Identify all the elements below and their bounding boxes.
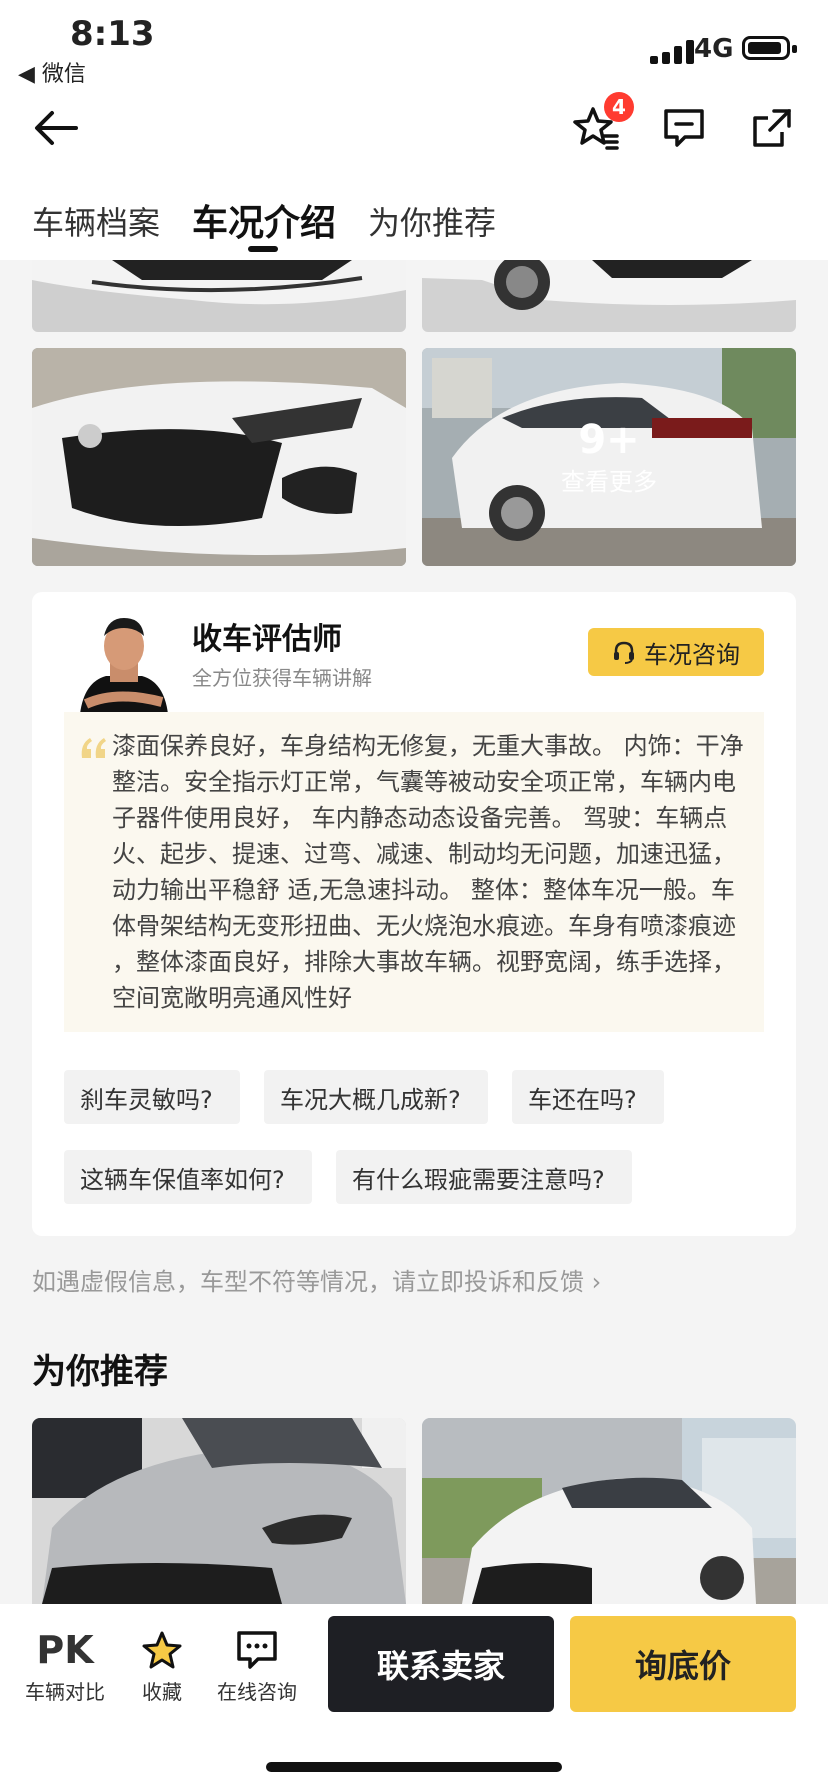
description-line: 空间宽敞明亮通风性好 (112, 984, 352, 1012)
quote-icon (80, 736, 108, 760)
chat-icon (237, 1631, 277, 1669)
recommend-section-title: 为你推荐 (32, 1352, 168, 1392)
share-button[interactable] (744, 100, 800, 156)
description-line: 子器件使用良好， 车内静态动态设备完善。 驾驶：车辆点 (112, 804, 728, 832)
car-photo-front-2[interactable] (422, 260, 796, 332)
headset-icon (614, 641, 634, 664)
back-button[interactable] (28, 100, 84, 156)
question-chip-availability[interactable]: 车还在吗? (512, 1070, 664, 1124)
battery-icon (742, 36, 797, 60)
description-line: ，整体漆面良好，排除大事故车辆。视野宽阔，练手选择， (112, 948, 736, 976)
star-icon (142, 1631, 182, 1669)
question-chip-brakes[interactable]: 刹车灵敏吗? (64, 1070, 240, 1124)
car-photo-front-1[interactable] (32, 260, 406, 332)
home-indicator[interactable] (266, 1762, 562, 1772)
question-chip-resale[interactable]: 这辆车保值率如何? (64, 1150, 312, 1204)
online-consult-label: 在线咨询 (217, 1680, 297, 1704)
online-consult-button[interactable]: 在线咨询 (212, 1630, 302, 1705)
condition-consult-button[interactable]: 车况咨询 (588, 628, 764, 676)
report-feedback-link[interactable]: 如遇虚假信息，车型不符等情况，请立即投诉和反馈 › (32, 1262, 601, 1297)
recommend-car-white[interactable] (422, 1418, 796, 1604)
condition-consult-label: 车况咨询 (644, 640, 740, 669)
more-photo-count: 9+ (578, 416, 640, 463)
tab-condition[interactable]: 车况介绍 (192, 194, 336, 246)
active-tab-indicator (248, 246, 278, 252)
question-chip-condition[interactable]: 车况大概几成新? (264, 1070, 488, 1124)
question-chip-defects[interactable]: 有什么瑕疵需要注意吗? (336, 1150, 632, 1204)
tab-vehicle-profile[interactable]: 车辆档案 (32, 198, 160, 244)
message-icon (664, 109, 704, 147)
back-arrow-icon (35, 111, 78, 145)
description-line: 动力输出平稳舒 适,无急速抖动。 整体：整体车况一般。车 (112, 876, 735, 904)
favorite-button[interactable]: 收藏 (124, 1630, 200, 1705)
status-time: 8:13 (70, 14, 155, 54)
view-more-label: 查看更多 (561, 467, 657, 496)
network-type: 4G (694, 34, 734, 64)
condition-description: 漆面保养良好，车身结构无修复，无重大事故。 内饰：干净 整洁。安全指示灯正常，气… (112, 728, 752, 1016)
view-more-photos[interactable]: 9+ 查看更多 (422, 348, 796, 566)
vehicle-compare-button[interactable]: PK 车辆对比 (22, 1630, 108, 1705)
ask-price-button[interactable]: 询底价 (570, 1616, 796, 1712)
evaluator-subtitle: 全方位获得车辆讲解 (192, 666, 372, 690)
description-line: 整洁。安全指示灯正常，气囊等被动安全项正常，车辆内电 (112, 768, 736, 796)
favorite-label: 收藏 (142, 1680, 182, 1704)
description-line: 火、起步、提速、过弯、减速、制动均无问题，加速迅猛， (112, 840, 736, 868)
favorite-count-badge: 4 (604, 92, 634, 122)
evaluator-avatar (76, 606, 172, 714)
evaluator-title: 收车评估师 (192, 622, 342, 657)
pk-icon: PK (36, 1628, 94, 1672)
message-button[interactable] (656, 100, 712, 156)
recommend-car-silver[interactable] (32, 1418, 406, 1604)
tab-recommend[interactable]: 为你推荐 (368, 198, 496, 244)
car-photo-front-detail[interactable] (32, 348, 406, 566)
contact-seller-button[interactable]: 联系卖家 (328, 1616, 554, 1712)
description-line: 漆面保养良好，车身结构无修复，无重大事故。 内饰：干净 (112, 732, 744, 760)
description-line: 体骨架结构无变形扭曲、无火烧泡水痕迹。车身有喷漆痕迹 (112, 912, 736, 940)
vehicle-compare-label: 车辆对比 (25, 1680, 105, 1704)
share-icon (753, 109, 791, 147)
back-to-wechat-link[interactable]: ◀ 微信 (18, 56, 86, 88)
